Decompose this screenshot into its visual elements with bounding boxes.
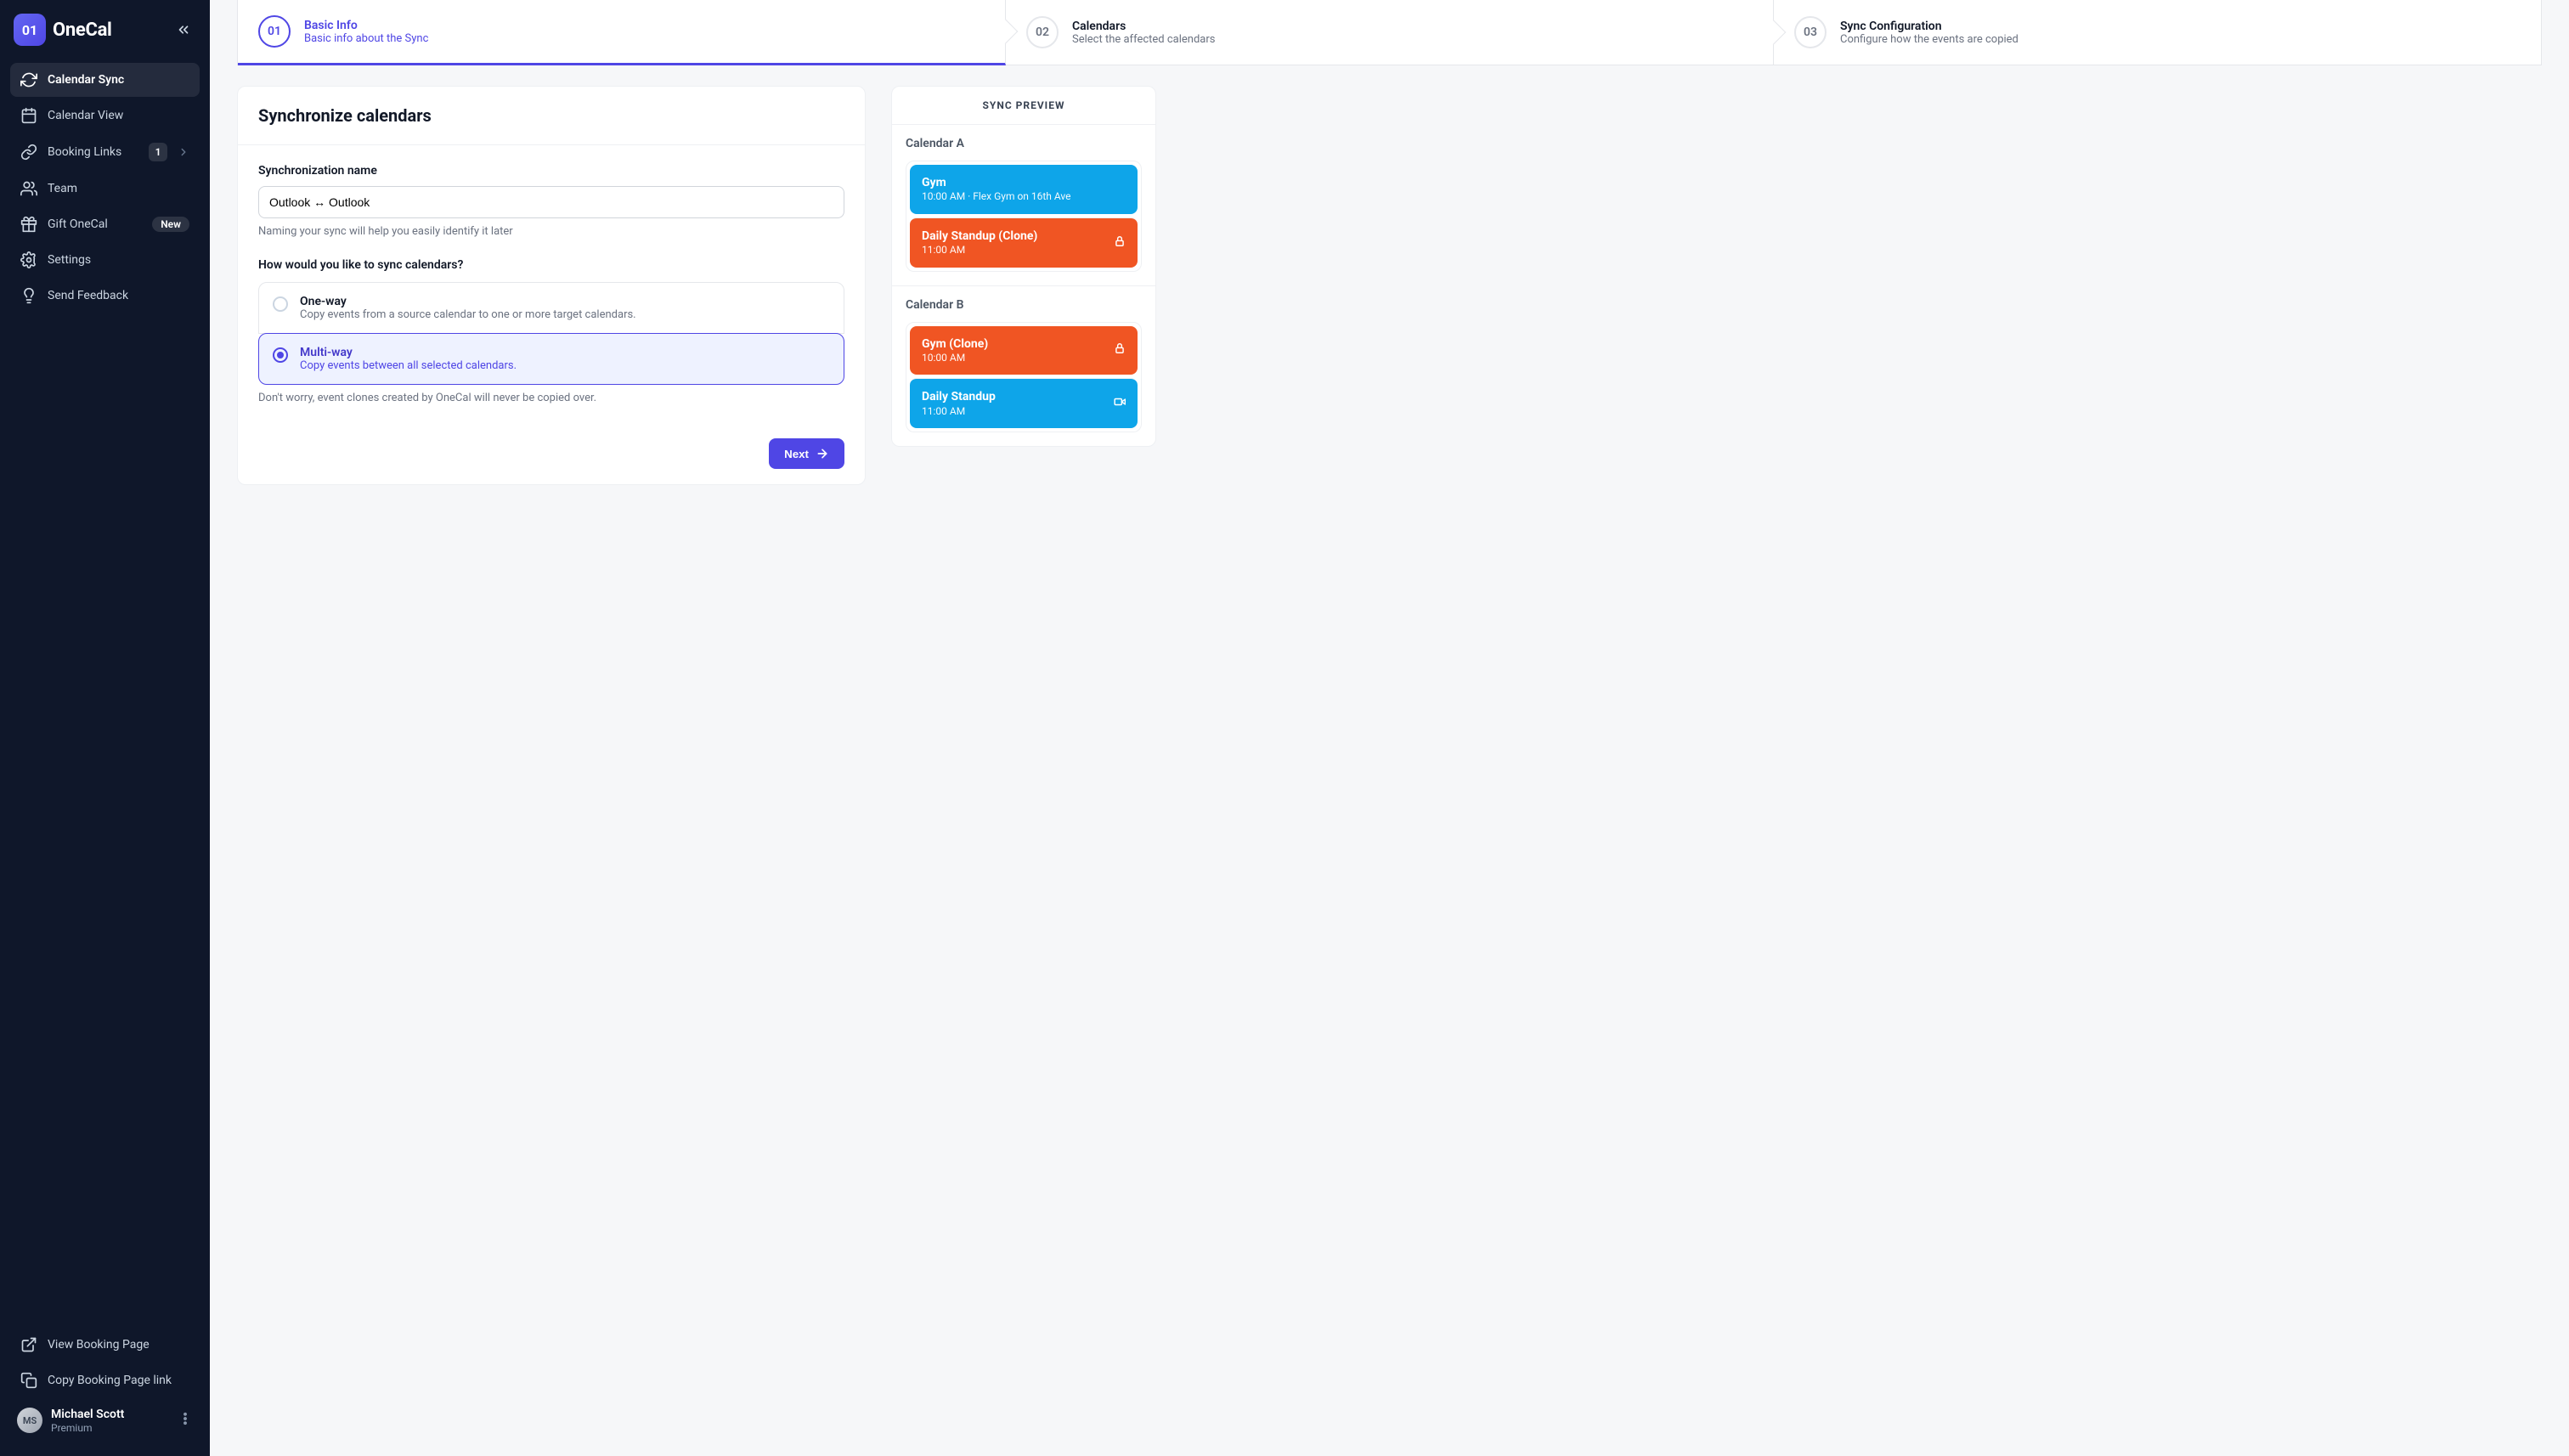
sidebar-item-send-feedback[interactable]: Send Feedback: [10, 279, 200, 313]
users-icon: [20, 180, 37, 197]
event-title: Gym (Clone): [922, 336, 988, 352]
nav-label: Calendar View: [48, 109, 189, 122]
brand-name: OneCal: [53, 20, 112, 41]
nav-label: Booking Links: [48, 145, 138, 159]
chevron-double-left-icon: [176, 22, 191, 37]
nav-label: Gift OneCal: [48, 217, 142, 231]
sidebar-item-gift[interactable]: Gift OneCal New: [10, 207, 200, 241]
step-title: Sync Configuration: [1840, 20, 2019, 33]
sidebar-item-team[interactable]: Team: [10, 172, 200, 206]
lock-icon: [1114, 342, 1126, 358]
user-plan: Premium: [51, 1422, 169, 1434]
sidebar-item-booking-links[interactable]: Booking Links 1: [10, 134, 200, 170]
sidebar: 01 OneCal Calendar Sync Calendar View: [0, 0, 210, 1456]
nav-label: Send Feedback: [48, 289, 189, 302]
nav-label: Team: [48, 182, 189, 195]
button-label: Next: [784, 448, 809, 460]
gear-icon: [20, 251, 37, 268]
preview-calendar-a: Calendar A Gym 10:00 AM · Flex Gym on 16…: [892, 125, 1155, 285]
sidebar-item-copy-booking-link[interactable]: Copy Booking Page link: [10, 1363, 200, 1397]
nav-label: Calendar Sync: [48, 73, 189, 87]
radio-one-way[interactable]: One-way Copy events from a source calend…: [258, 282, 844, 334]
calendar-icon: [20, 107, 37, 124]
preview-event: Daily Standup 11:00 AM: [910, 378, 1138, 428]
brand-mark: 01: [14, 14, 46, 46]
event-subtitle: 10:00 AM: [922, 352, 988, 365]
sidebar-item-calendar-sync[interactable]: Calendar Sync: [10, 63, 200, 97]
stepper: 01 Basic Info Basic info about the Sync …: [237, 0, 2542, 65]
external-link-icon: [20, 1336, 37, 1353]
radio-icon: [273, 296, 288, 312]
next-button[interactable]: Next: [769, 438, 844, 469]
radio-multi-way[interactable]: Multi-way Copy events between all select…: [258, 333, 844, 385]
event-subtitle: 11:00 AM: [922, 244, 1037, 257]
step-sync-configuration[interactable]: 03 Sync Configuration Configure how the …: [1774, 0, 2541, 65]
sync-mode-help: Don't worry, event clones created by One…: [258, 392, 844, 404]
gift-icon: [20, 216, 37, 233]
radio-subtitle: Copy events between all selected calenda…: [300, 359, 517, 372]
step-subtitle: Basic info about the Sync: [304, 32, 428, 45]
radio-title: One-way: [300, 295, 636, 308]
copy-icon: [20, 1372, 37, 1389]
lock-icon: [1114, 235, 1126, 251]
calendar-label: Calendar A: [906, 137, 1142, 150]
step-subtitle: Configure how the events are copied: [1840, 33, 2019, 46]
event-subtitle: 11:00 AM: [922, 405, 996, 419]
nav-label: Settings: [48, 253, 189, 267]
lightbulb-icon: [20, 287, 37, 304]
sidebar-nav: Calendar Sync Calendar View Booking Link…: [0, 63, 210, 1321]
video-icon: [1114, 396, 1126, 411]
link-icon: [20, 144, 37, 161]
radio-subtitle: Copy events from a source calendar to on…: [300, 308, 636, 321]
preview-calendar-b: Calendar B Gym (Clone) 10:00 AM: [892, 285, 1155, 447]
radio-icon: [273, 347, 288, 363]
nav-badge-count: 1: [149, 143, 167, 161]
card-title: Synchronize calendars: [258, 105, 844, 126]
sidebar-item-calendar-view[interactable]: Calendar View: [10, 99, 200, 133]
preview-event: Gym 10:00 AM · Flex Gym on 16th Ave: [910, 165, 1138, 214]
preview-event: Gym (Clone) 10:00 AM: [910, 326, 1138, 375]
preview-title: SYNC PREVIEW: [892, 87, 1155, 125]
preview-event: Daily Standup (Clone) 11:00 AM: [910, 217, 1138, 268]
step-number: 03: [1794, 16, 1827, 48]
step-calendars[interactable]: 02 Calendars Select the affected calenda…: [1006, 0, 1774, 65]
sidebar-item-view-booking-page[interactable]: View Booking Page: [10, 1328, 200, 1362]
sync-name-help: Naming your sync will help you easily id…: [258, 225, 844, 238]
nav-label: Copy Booking Page link: [48, 1374, 189, 1387]
event-subtitle: 10:00 AM · Flex Gym on 16th Ave: [922, 190, 1071, 204]
user-menu[interactable]: MS Michael Scott Premium: [10, 1399, 200, 1442]
sync-preview-card: SYNC PREVIEW Calendar A Gym 10:00 AM · F…: [891, 86, 1156, 447]
step-title: Basic Info: [304, 19, 428, 32]
user-name: Michael Scott: [51, 1408, 169, 1422]
arrow-right-icon: [816, 447, 829, 460]
sync-mode-label: How would you like to sync calendars?: [258, 258, 844, 272]
event-title: Daily Standup: [922, 389, 996, 404]
radio-title: Multi-way: [300, 346, 517, 359]
calendar-label: Calendar B: [906, 298, 1142, 312]
avatar: MS: [17, 1408, 42, 1433]
step-number: 02: [1026, 16, 1059, 48]
nav-label: View Booking Page: [48, 1338, 189, 1352]
event-title: Daily Standup (Clone): [922, 229, 1037, 244]
event-title: Gym: [922, 175, 1071, 190]
step-subtitle: Select the affected calendars: [1072, 33, 1215, 46]
chevron-right-icon: [178, 146, 189, 158]
main: 01 Basic Info Basic info about the Sync …: [210, 0, 2569, 1456]
nav-badge-new: New: [152, 217, 189, 232]
step-basic-info[interactable]: 01 Basic Info Basic info about the Sync: [238, 0, 1006, 65]
sync-name-input[interactable]: [258, 186, 844, 218]
sync-icon: [20, 71, 37, 88]
more-vertical-icon[interactable]: [178, 1411, 193, 1430]
form-card: Synchronize calendars Synchronization na…: [237, 86, 866, 485]
sync-name-label: Synchronization name: [258, 164, 844, 178]
step-number: 01: [258, 15, 291, 48]
collapse-sidebar-button[interactable]: [171, 17, 196, 42]
step-title: Calendars: [1072, 20, 1215, 33]
sidebar-item-settings[interactable]: Settings: [10, 243, 200, 277]
brand-logo[interactable]: 01 OneCal: [14, 14, 112, 46]
